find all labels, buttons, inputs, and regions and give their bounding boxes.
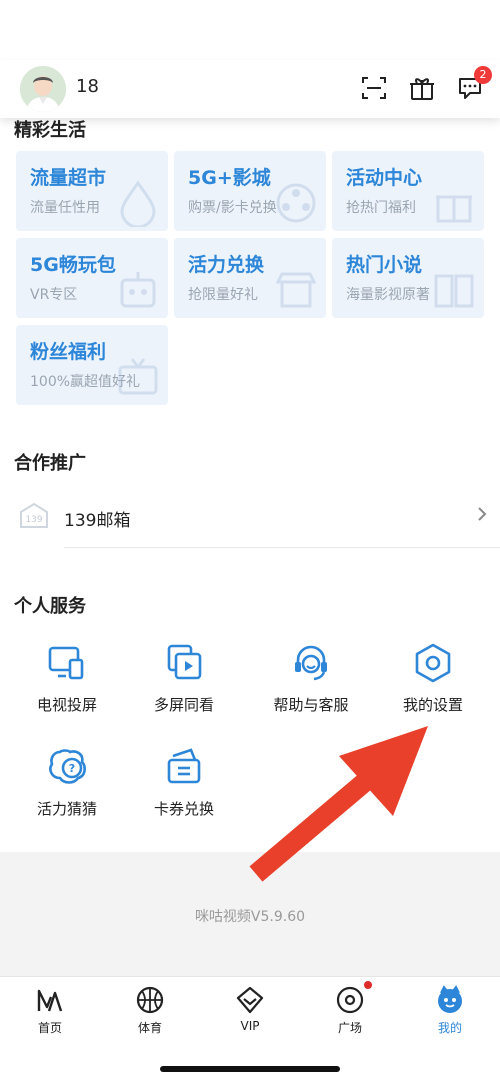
tile-vitality-exchange[interactable]: 活力兑换 抢限量好礼 [174, 238, 326, 318]
service-label: 活力猜猜 [36, 800, 97, 818]
tile-title: 活力兑换 [188, 254, 265, 276]
tab-label: VIP [240, 1019, 260, 1033]
tile-5g-play-pack[interactable]: 5G畅玩包 VR专区 [16, 238, 168, 318]
section-title-life: 精彩生活 [14, 120, 86, 141]
tile-title: 5G畅玩包 [30, 254, 116, 276]
promo-item-139-mail[interactable]: 139 139邮箱 [0, 486, 500, 548]
tile-subtitle: 抢限量好礼 [188, 287, 258, 303]
tv-cast-icon [48, 646, 84, 680]
plaza-ring-icon [336, 986, 364, 1014]
divider [64, 547, 500, 548]
tab-vip[interactable]: VIP [200, 985, 300, 1033]
profile-page: 18 2 精彩生活 流量超市 流量任性用 5G+影城 购票/影卡兑换 活动中心 … [0, 0, 500, 1082]
tab-mine[interactable]: 我的 [400, 985, 500, 1036]
tab-plaza[interactable]: 广场 [300, 985, 400, 1036]
tile-title: 流量超市 [30, 167, 107, 189]
tile-subtitle: 海量影视原著 [346, 287, 430, 303]
tab-label: 我的 [437, 1021, 462, 1035]
tile-subtitle: VR专区 [30, 287, 78, 303]
multi-screen-icon [167, 644, 202, 680]
robot-icon [120, 272, 156, 308]
home-indicator [160, 1066, 340, 1072]
tile-title: 5G+影城 [188, 167, 271, 189]
tab-home[interactable]: 首页 [0, 985, 100, 1036]
tile-subtitle: 流量任性用 [30, 200, 100, 216]
chevron-right-icon [478, 507, 487, 521]
scan-icon[interactable] [360, 74, 388, 102]
username[interactable]: 18 [76, 76, 99, 97]
red-arrow-annotation [249, 726, 428, 882]
section-title-personal: 个人服务 [14, 596, 86, 617]
service-label: 卡券兑换 [153, 800, 214, 818]
app-version: 咪咕视频V5.9.60 [194, 909, 306, 925]
mail-139-icon: 139 [20, 502, 48, 528]
question-badge-icon: ? [49, 749, 86, 784]
gift-icon[interactable] [408, 74, 436, 102]
tile-subtitle: 购票/影卡兑换 [188, 200, 277, 216]
tile-title: 活动中心 [346, 167, 423, 189]
tile-subtitle: 抢热门福利 [346, 200, 416, 216]
plaza-notification-dot [364, 981, 372, 989]
section-title-promo: 合作推广 [14, 453, 86, 474]
tab-label: 首页 [37, 1021, 62, 1035]
headset-icon [295, 645, 327, 681]
vip-diamond-icon [236, 986, 264, 1014]
service-multi-screen[interactable]: 多屏同看 [124, 642, 244, 722]
svg-text:139: 139 [25, 515, 42, 525]
promo-item-label: 139邮箱 [64, 511, 131, 531]
tile-title: 粉丝福利 [30, 341, 107, 363]
tv-icon [118, 358, 158, 395]
profile-header: 18 2 [0, 60, 500, 118]
droplet-icon [120, 180, 156, 227]
service-label: 多屏同看 [153, 696, 214, 714]
tile-traffic-market[interactable]: 流量超市 流量任性用 [16, 151, 168, 231]
tile-popular-novels[interactable]: 热门小说 海量影视原著 [332, 238, 484, 318]
basketball-icon [136, 986, 164, 1014]
service-tv-cast[interactable]: 电视投屏 [7, 642, 127, 722]
service-label: 电视投屏 [36, 696, 97, 714]
gift-box-icon [436, 195, 472, 223]
tile-title: 热门小说 [346, 254, 423, 276]
tab-sports[interactable]: 体育 [100, 985, 200, 1036]
service-my-settings[interactable]: 我的设置 [373, 642, 493, 722]
tile-5g-cinema[interactable]: 5G+影城 购票/影卡兑换 [174, 151, 326, 231]
tile-activity-center[interactable]: 活动中心 抢热门福利 [332, 151, 484, 231]
avatar[interactable] [20, 66, 66, 112]
mine-face-icon [438, 985, 462, 1013]
tab-label: 体育 [137, 1021, 162, 1035]
shop-icon [275, 272, 317, 308]
tile-fan-benefits[interactable]: 粉丝福利 100%赢超值好礼 [16, 325, 168, 405]
notification-badge: 2 [474, 66, 492, 84]
settings-hexagon-icon [415, 643, 451, 683]
book-icon [434, 274, 474, 308]
svg-text:?: ? [69, 762, 75, 775]
service-coupon-exchange[interactable]: 卡券兑换 [124, 746, 244, 826]
coupon-wallet-icon [167, 748, 201, 784]
home-logo-icon [37, 989, 63, 1012]
film-reel-icon [276, 183, 316, 223]
service-vitality-guess[interactable]: ? 活力猜猜 [7, 746, 127, 826]
tab-label: 广场 [337, 1021, 362, 1035]
service-help-support[interactable]: 帮助与客服 [251, 642, 371, 722]
